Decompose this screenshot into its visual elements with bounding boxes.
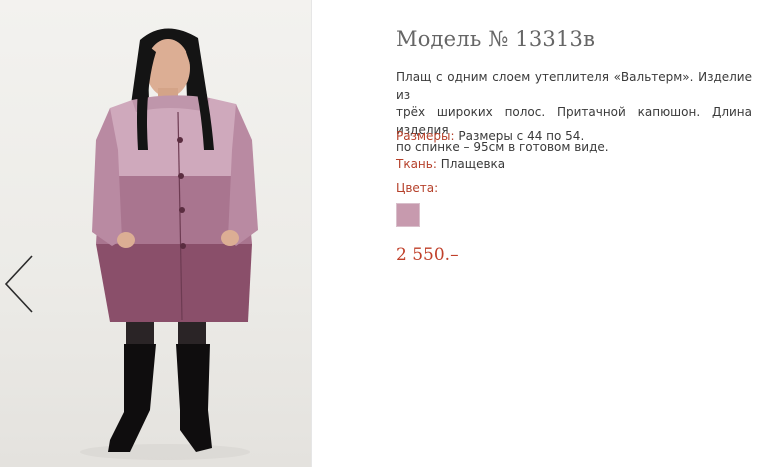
- product-photo: [0, 0, 311, 467]
- product-price: 2 550.–: [396, 245, 459, 265]
- panel-divider: [311, 0, 312, 467]
- chevron-left-icon: [4, 255, 33, 313]
- fabric-value: Плащевка: [436, 157, 506, 171]
- fabric-label: Ткань:: [396, 157, 437, 171]
- color-swatch-mauve[interactable]: [396, 203, 420, 227]
- sizes-row: Размеры: Размеры с 44 по 54.: [396, 129, 584, 143]
- sizes-value: Размеры с 44 по 54.: [454, 129, 585, 143]
- colors-row: Цвета:: [396, 181, 438, 195]
- product-description: Плащ с одним слоем утеплителя «Вальтерм»…: [396, 70, 752, 154]
- model-figure: [80, 28, 258, 460]
- fabric-row: Ткань: Плащевка: [396, 157, 505, 171]
- sizes-label: Размеры:: [396, 129, 455, 143]
- product-title: Модель № 13313в: [396, 27, 596, 51]
- prev-image-button[interactable]: [4, 254, 36, 314]
- colors-label: Цвета:: [396, 181, 439, 195]
